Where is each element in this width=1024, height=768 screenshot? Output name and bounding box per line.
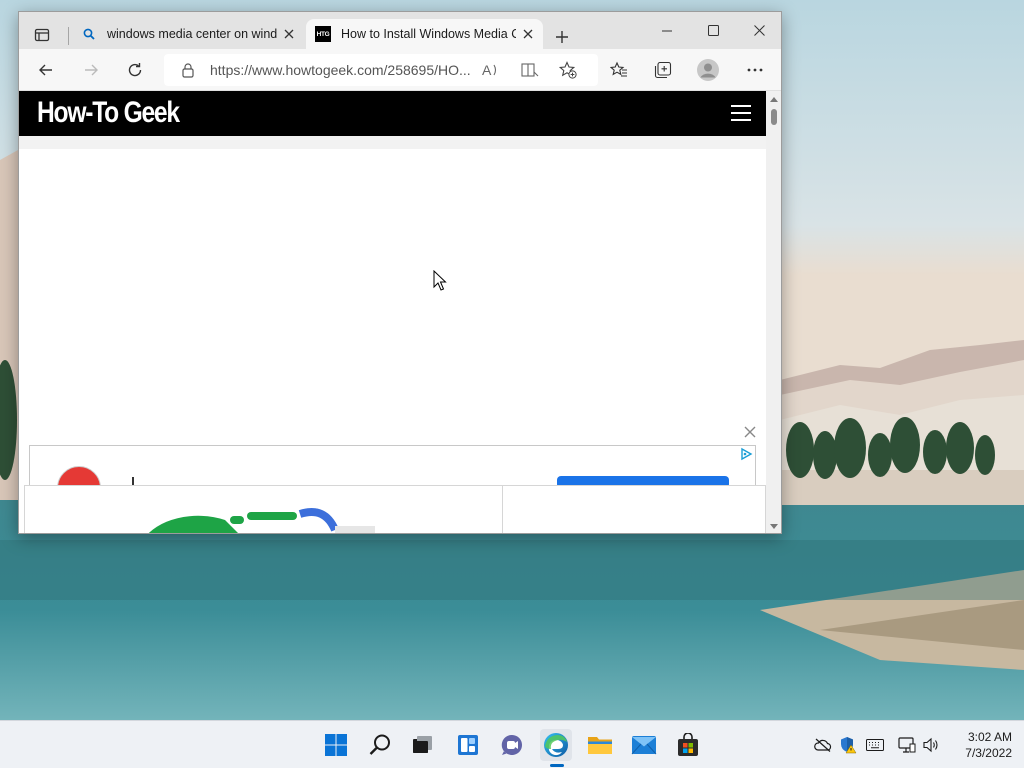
url-text[interactable]: https://www.howtogeek.com/258695/HO... [210,62,478,78]
scroll-thumb[interactable] [771,109,777,125]
ad-banner[interactable] [29,445,756,485]
page-viewport: How-To Geek [19,91,766,533]
tab-actions-icon [34,28,50,42]
browser-window: windows media center on windo HTG How to… [18,11,782,534]
add-favorite-icon[interactable] [558,61,577,84]
site-header: How-To Geek [19,91,766,136]
tab-how-to-geek[interactable]: HTG How to Install Windows Media C [306,19,543,49]
taskbar-search-button[interactable] [364,729,396,761]
file-explorer-icon [588,737,612,754]
tab-search-results[interactable]: windows media center on windo [72,19,304,49]
tab-close-icon[interactable] [516,22,540,46]
tab-title: How to Install Windows Media C [341,27,516,41]
collections-button[interactable] [647,54,679,86]
ad-close-button[interactable] [734,419,766,445]
network-icon [898,737,916,753]
maximize-icon [707,25,719,36]
ad-illustration [148,508,375,533]
minimize-button[interactable] [644,12,690,49]
back-icon [39,64,52,76]
htg-favicon: HTG [315,26,331,42]
tab-close-icon[interactable] [277,22,301,46]
widgets-button[interactable] [452,729,484,761]
plus-icon [556,31,568,43]
mail-icon [631,736,657,755]
close-icon [753,25,765,36]
volume-icon [923,737,938,753]
refresh-button[interactable] [119,54,151,86]
widgets-icon [458,735,478,755]
address-bar[interactable]: https://www.howtogeek.com/258695/HO... A [164,54,598,86]
onedrive-tray-button[interactable] [813,735,833,755]
svg-text:A: A [482,62,492,78]
keyboard-icon [866,739,884,751]
ad-choices-icon[interactable] [739,447,753,461]
store-button[interactable] [672,729,704,761]
security-warning-icon [841,737,857,754]
forward-icon [85,64,98,76]
mail-button[interactable] [628,729,660,761]
edge-taskbar-button[interactable] [540,729,572,761]
teams-chat-icon [501,734,522,755]
clock-date: 7/3/2022 [965,746,1012,760]
htg-favicon-text: HTG [316,30,330,38]
ad-brand-logo [57,466,101,485]
back-button[interactable] [30,54,62,86]
task-view-button[interactable] [406,729,438,761]
active-app-indicator [550,764,564,767]
search-icon [81,26,97,42]
close-icon [744,426,756,438]
refresh-icon [128,63,142,77]
profile-icon [697,59,719,81]
maximize-button[interactable] [690,12,736,49]
tab-title: windows media center on windo [107,27,277,41]
task-view-icon [413,736,432,753]
tab-strip: windows media center on windo HTG How to… [19,12,781,49]
collections-icon [654,61,672,79]
start-icon [325,734,347,756]
hamburger-icon[interactable] [731,105,751,121]
close-window-button[interactable] [736,12,781,49]
taskbar-clock[interactable]: 3:02 AM 7/3/2022 [952,729,1012,761]
minimize-icon [662,30,672,31]
network-tray-button[interactable] [897,735,917,755]
more-icon [747,68,763,72]
scroll-up-icon[interactable] [769,95,779,103]
teams-chat-button[interactable] [496,729,528,761]
volume-tray-button[interactable] [921,735,941,755]
ad-card-divider [502,486,503,533]
onedrive-icon [814,738,832,752]
favorites-button[interactable] [603,54,635,86]
edge-icon [544,733,568,757]
search-icon [369,734,390,755]
favorites-icon [610,61,627,77]
taskbar: 3:02 AM 7/3/2022 [0,720,1024,768]
browser-toolbar: https://www.howtogeek.com/258695/HO... A [19,49,781,91]
immersive-reader-icon[interactable] [521,62,539,83]
new-tab-button[interactable] [549,24,575,50]
forward-button[interactable] [75,54,107,86]
tab-separator [68,27,69,45]
scroll-down-icon[interactable] [769,523,779,531]
touch-keyboard-button[interactable] [865,735,885,755]
mouse-pointer-icon [433,270,447,291]
start-button[interactable] [320,729,352,761]
store-icon [678,733,698,756]
profile-button[interactable] [692,54,724,86]
read-aloud-icon[interactable]: A [482,62,500,83]
ad-text-caret [132,477,134,485]
clock-time: 3:02 AM [967,730,1012,744]
ad-card[interactable] [24,485,766,533]
more-button[interactable] [739,54,771,86]
ad-cta-button[interactable] [557,476,729,485]
tab-actions-button[interactable] [25,20,59,50]
file-explorer-button[interactable] [584,729,616,761]
site-logo[interactable]: How-To Geek [37,96,180,130]
security-tray-button[interactable] [838,735,858,755]
page-scrollbar[interactable] [766,91,781,533]
lock-icon[interactable] [180,62,196,78]
